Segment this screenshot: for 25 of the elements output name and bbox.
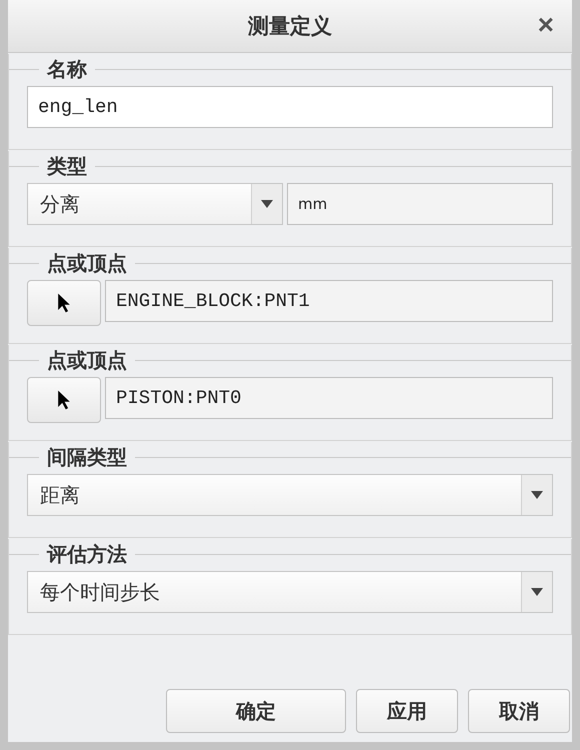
group-label: 间隔类型 (46, 444, 128, 470)
cursor-arrow-icon (57, 292, 71, 314)
reference-field[interactable]: PISTON:PNT0 (105, 377, 553, 419)
dropdown[interactable]: 距离 (27, 474, 553, 516)
dropdown-arrow-icon (531, 588, 543, 596)
group-label: 类型 (46, 152, 88, 180)
dropdown[interactable]: 每个时间步长 (27, 571, 553, 613)
dropdown-arrow-icon (261, 200, 273, 208)
type-dropdown[interactable]: 分离 (27, 183, 283, 225)
select-button[interactable] (27, 377, 101, 423)
dropdown-arrow-icon (531, 491, 543, 499)
dialog-button[interactable]: 确定 (166, 689, 346, 733)
group-label: 名称 (46, 56, 88, 82)
group-label: 评估方法 (46, 540, 128, 568)
select-button[interactable] (27, 280, 101, 326)
close-button[interactable]: × (534, 12, 558, 38)
unit-field[interactable]: mm (287, 183, 553, 225)
reference-field[interactable]: ENGINE_BLOCK:PNT1 (105, 280, 553, 322)
group-label: 点或顶点 (46, 346, 128, 374)
dialog-button[interactable]: 应用 (356, 689, 458, 733)
dialog-button[interactable]: 取消 (468, 689, 570, 733)
group-label: 点或顶点 (46, 250, 128, 276)
name-field[interactable]: eng_len (27, 86, 553, 128)
window-title: 测量定义 (248, 13, 332, 40)
cursor-arrow-icon (57, 389, 71, 411)
